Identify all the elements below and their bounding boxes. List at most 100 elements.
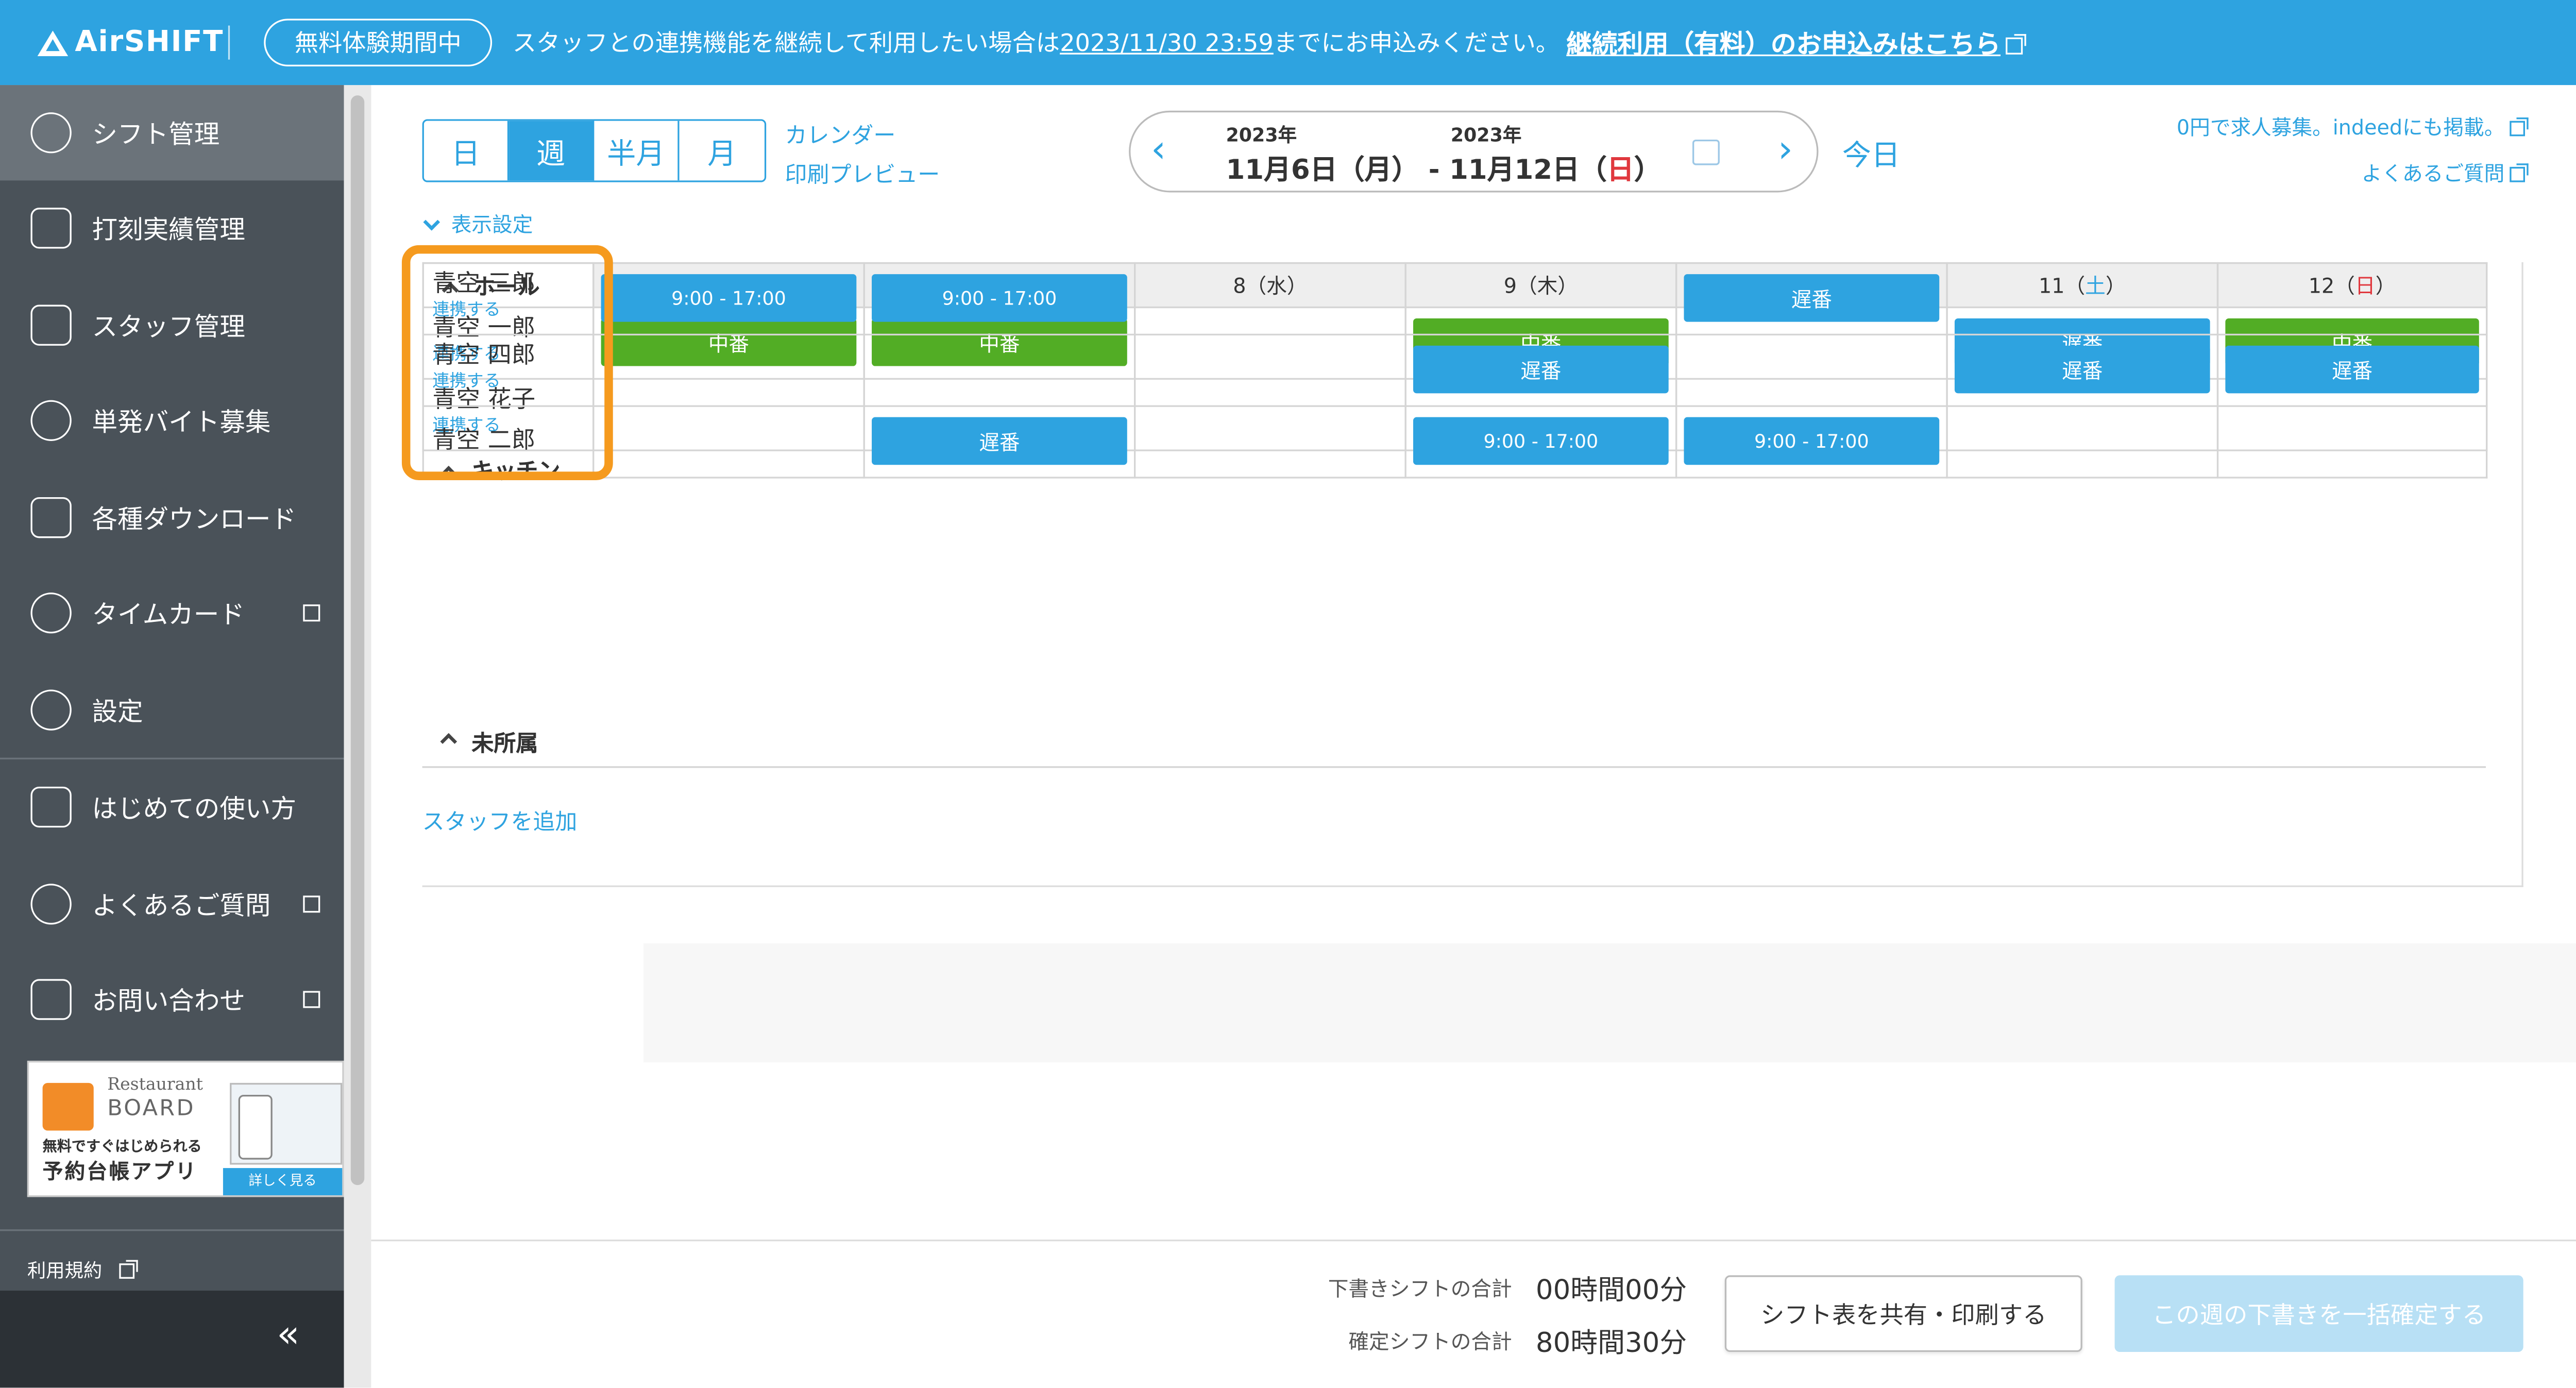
view-halfmonth-button[interactable]: 半月 xyxy=(594,121,680,181)
banner-message-after: までにお申込みください。 xyxy=(1273,30,1560,58)
shift-cell[interactable] xyxy=(1133,262,1406,336)
sidebar-item-label: 設定 xyxy=(92,696,143,726)
sidebar-scrollbar-thumb[interactable] xyxy=(350,95,365,1186)
recruit-indeed-link[interactable]: 0円で求人募集。indeedにも掲載。 xyxy=(2177,112,2529,141)
link-staff-button[interactable]: 連携する xyxy=(432,371,584,393)
shift-cell[interactable] xyxy=(1946,262,2219,336)
shift-cell[interactable]: 9:00 - 17:00 xyxy=(592,262,865,336)
sidebar-item-settings[interactable]: 設定 xyxy=(0,663,344,758)
shift-cell[interactable]: 遅番 xyxy=(1946,333,2219,407)
shift-cell[interactable] xyxy=(1133,333,1406,407)
staff-name[interactable]: 青空 四郎 xyxy=(432,342,584,371)
external-link-icon xyxy=(2005,33,2026,54)
today-button[interactable]: 今日 xyxy=(1842,131,1900,174)
shift-cell[interactable] xyxy=(1133,405,1406,479)
display-settings-label: 表示設定 xyxy=(451,213,533,237)
sidebar-item-label: 各種ダウンロード xyxy=(92,503,297,534)
restaurant-board-promo[interactable]: Restaurant BOARD 無料ですぐはじめられる 予約台帳アプリ 詳しく… xyxy=(27,1060,344,1197)
sidebar-item-timeclock-record[interactable]: 打刻実績管理 xyxy=(0,180,344,276)
display-settings-toggle[interactable]: 表示設定 xyxy=(423,209,533,238)
sidebar-item-label: タイムカード xyxy=(92,598,245,630)
shift-pill[interactable]: 9:00 - 17:00 xyxy=(601,274,857,322)
shift-cell[interactable]: 遅番 xyxy=(1675,262,1948,336)
view-month-button[interactable]: 月 xyxy=(679,121,765,181)
banner-message-before: スタッフとの連携機能を継続して利用したい場合は xyxy=(512,30,1060,58)
sidebar-item-contact[interactable]: お問い合わせ xyxy=(0,952,344,1047)
share-print-button[interactable]: シフト表を共有・印刷する xyxy=(1724,1275,2082,1352)
sidebar-item-guide[interactable]: はじめての使い方 xyxy=(0,759,344,855)
draft-total-value: 00時間00分 xyxy=(1535,1273,1687,1306)
terms-link-text: 利用規約 xyxy=(27,1260,103,1282)
faq-link[interactable]: よくあるご質問 xyxy=(2361,158,2529,187)
shift-cell[interactable] xyxy=(1946,405,2219,479)
shift-pill[interactable]: 9:00 - 17:00 xyxy=(1684,417,1940,465)
promo-line-2: 予約台帳アプリ xyxy=(42,1159,198,1183)
staff-name[interactable]: 青空 二郎 xyxy=(432,428,584,456)
shift-cell[interactable]: 9:00 - 17:00 xyxy=(1404,405,1677,479)
start-date: 11月6日（月） xyxy=(1226,153,1419,186)
shift-pill[interactable]: 9:00 - 17:00 xyxy=(872,274,1127,322)
app-logo[interactable]: AirSHIFT xyxy=(37,25,228,60)
end-date: 11月12日（ xyxy=(1449,153,1607,186)
view-switcher: 日 週 半月 月 xyxy=(422,119,767,182)
add-staff-link[interactable]: スタッフを追加 xyxy=(422,804,578,836)
app-logo-text: AirSHIFT xyxy=(75,25,224,60)
date-range-text[interactable]: 11月6日（月） - 11月12日（日） xyxy=(1226,146,1661,187)
promo-more-link[interactable]: 詳しく見る xyxy=(223,1168,343,1195)
grid-background xyxy=(643,943,2576,1063)
sidebar-item-faq[interactable]: よくあるご質問 xyxy=(0,856,344,952)
link-staff-button[interactable]: 連携する xyxy=(432,300,584,322)
shift-pill[interactable]: 9:00 - 17:00 xyxy=(1413,417,1669,465)
shift-pill[interactable]: 遅番 xyxy=(1954,345,2210,394)
terms-link[interactable]: 利用規約 xyxy=(27,1257,138,1284)
external-link-icon xyxy=(303,604,320,622)
shift-cell[interactable]: 9:00 - 17:00 xyxy=(1675,405,1948,479)
faq-link-text: よくあるご質問 xyxy=(2361,161,2505,186)
calendar-link[interactable]: カレンダー xyxy=(785,117,896,150)
view-day-button[interactable]: 日 xyxy=(423,121,510,181)
shift-cell[interactable] xyxy=(2216,405,2488,479)
shift-cell[interactable] xyxy=(592,333,865,407)
shift-cell[interactable]: 遅番 xyxy=(863,405,1136,479)
kitchen-shift-table: 青空 三郎 連携する 9:00 - 17:00 9:00 - 17:00 遅番 青空 四郎… xyxy=(422,262,2488,479)
prev-week-button[interactable]: ‹ xyxy=(1151,129,1166,172)
sidebar-item-download[interactable]: 各種ダウンロード xyxy=(0,470,344,565)
calendar-icon[interactable] xyxy=(1692,139,1720,165)
sidebar-item-label: 単発バイト募集 xyxy=(92,406,271,437)
bulk-confirm-button[interactable]: この週の下書きを一括確定する xyxy=(2114,1275,2523,1352)
sidebar-item-recruit[interactable]: 単発バイト募集 xyxy=(0,373,344,468)
double-chevron-left-icon: « xyxy=(277,1314,300,1357)
sidebar-item-shift[interactable]: シフト管理 xyxy=(0,85,344,181)
shift-cell[interactable]: 9:00 - 17:00 xyxy=(863,262,1136,336)
staff-name[interactable]: 青空 三郎 xyxy=(432,270,584,299)
continue-subscription-link[interactable]: 継続利用（有料）のお申込みはこちら xyxy=(1566,25,2026,60)
gear-icon xyxy=(30,689,72,731)
next-week-button[interactable]: › xyxy=(1778,129,1793,172)
promo-device-image xyxy=(230,1082,343,1165)
restaurant-board-logo-icon xyxy=(42,1082,94,1131)
shift-pill[interactable]: 遅番 xyxy=(1684,274,1940,322)
sidebar-item-label: シフト管理 xyxy=(92,118,220,149)
promo-line-1: 無料ですぐはじめられる xyxy=(42,1139,202,1156)
shift-pill[interactable]: 遅番 xyxy=(1413,345,1669,394)
view-week-button[interactable]: 週 xyxy=(509,121,595,181)
external-link-icon xyxy=(2510,117,2529,137)
shift-cell[interactable] xyxy=(863,333,1136,407)
shift-cell[interactable] xyxy=(1675,333,1948,407)
print-preview-link[interactable]: 印刷プレビュー xyxy=(785,157,940,189)
shift-cell[interactable] xyxy=(2216,262,2488,336)
sidebar-item-staff[interactable]: スタッフ管理 xyxy=(0,278,344,373)
shift-pill[interactable]: 遅番 xyxy=(872,417,1127,465)
sidebar-item-label: はじめての使い方 xyxy=(92,792,297,823)
group-toggle-unassigned[interactable]: 未所属 xyxy=(422,717,2486,768)
shift-cell[interactable]: 遅番 xyxy=(1404,333,1677,407)
shift-cell[interactable] xyxy=(1404,262,1677,336)
promo-title-1: Restaurant xyxy=(107,1076,203,1095)
mail-icon xyxy=(30,979,72,1020)
banner-deadline: 2023/11/30 23:59 xyxy=(1060,30,1274,58)
shift-pill[interactable]: 遅番 xyxy=(2225,345,2479,394)
shift-cell[interactable]: 遅番 xyxy=(2216,333,2488,407)
sidebar-item-timecard[interactable]: タイムカード xyxy=(0,565,344,661)
shift-cell[interactable] xyxy=(592,405,865,479)
sidebar-collapse-button[interactable]: « xyxy=(0,1291,344,1388)
